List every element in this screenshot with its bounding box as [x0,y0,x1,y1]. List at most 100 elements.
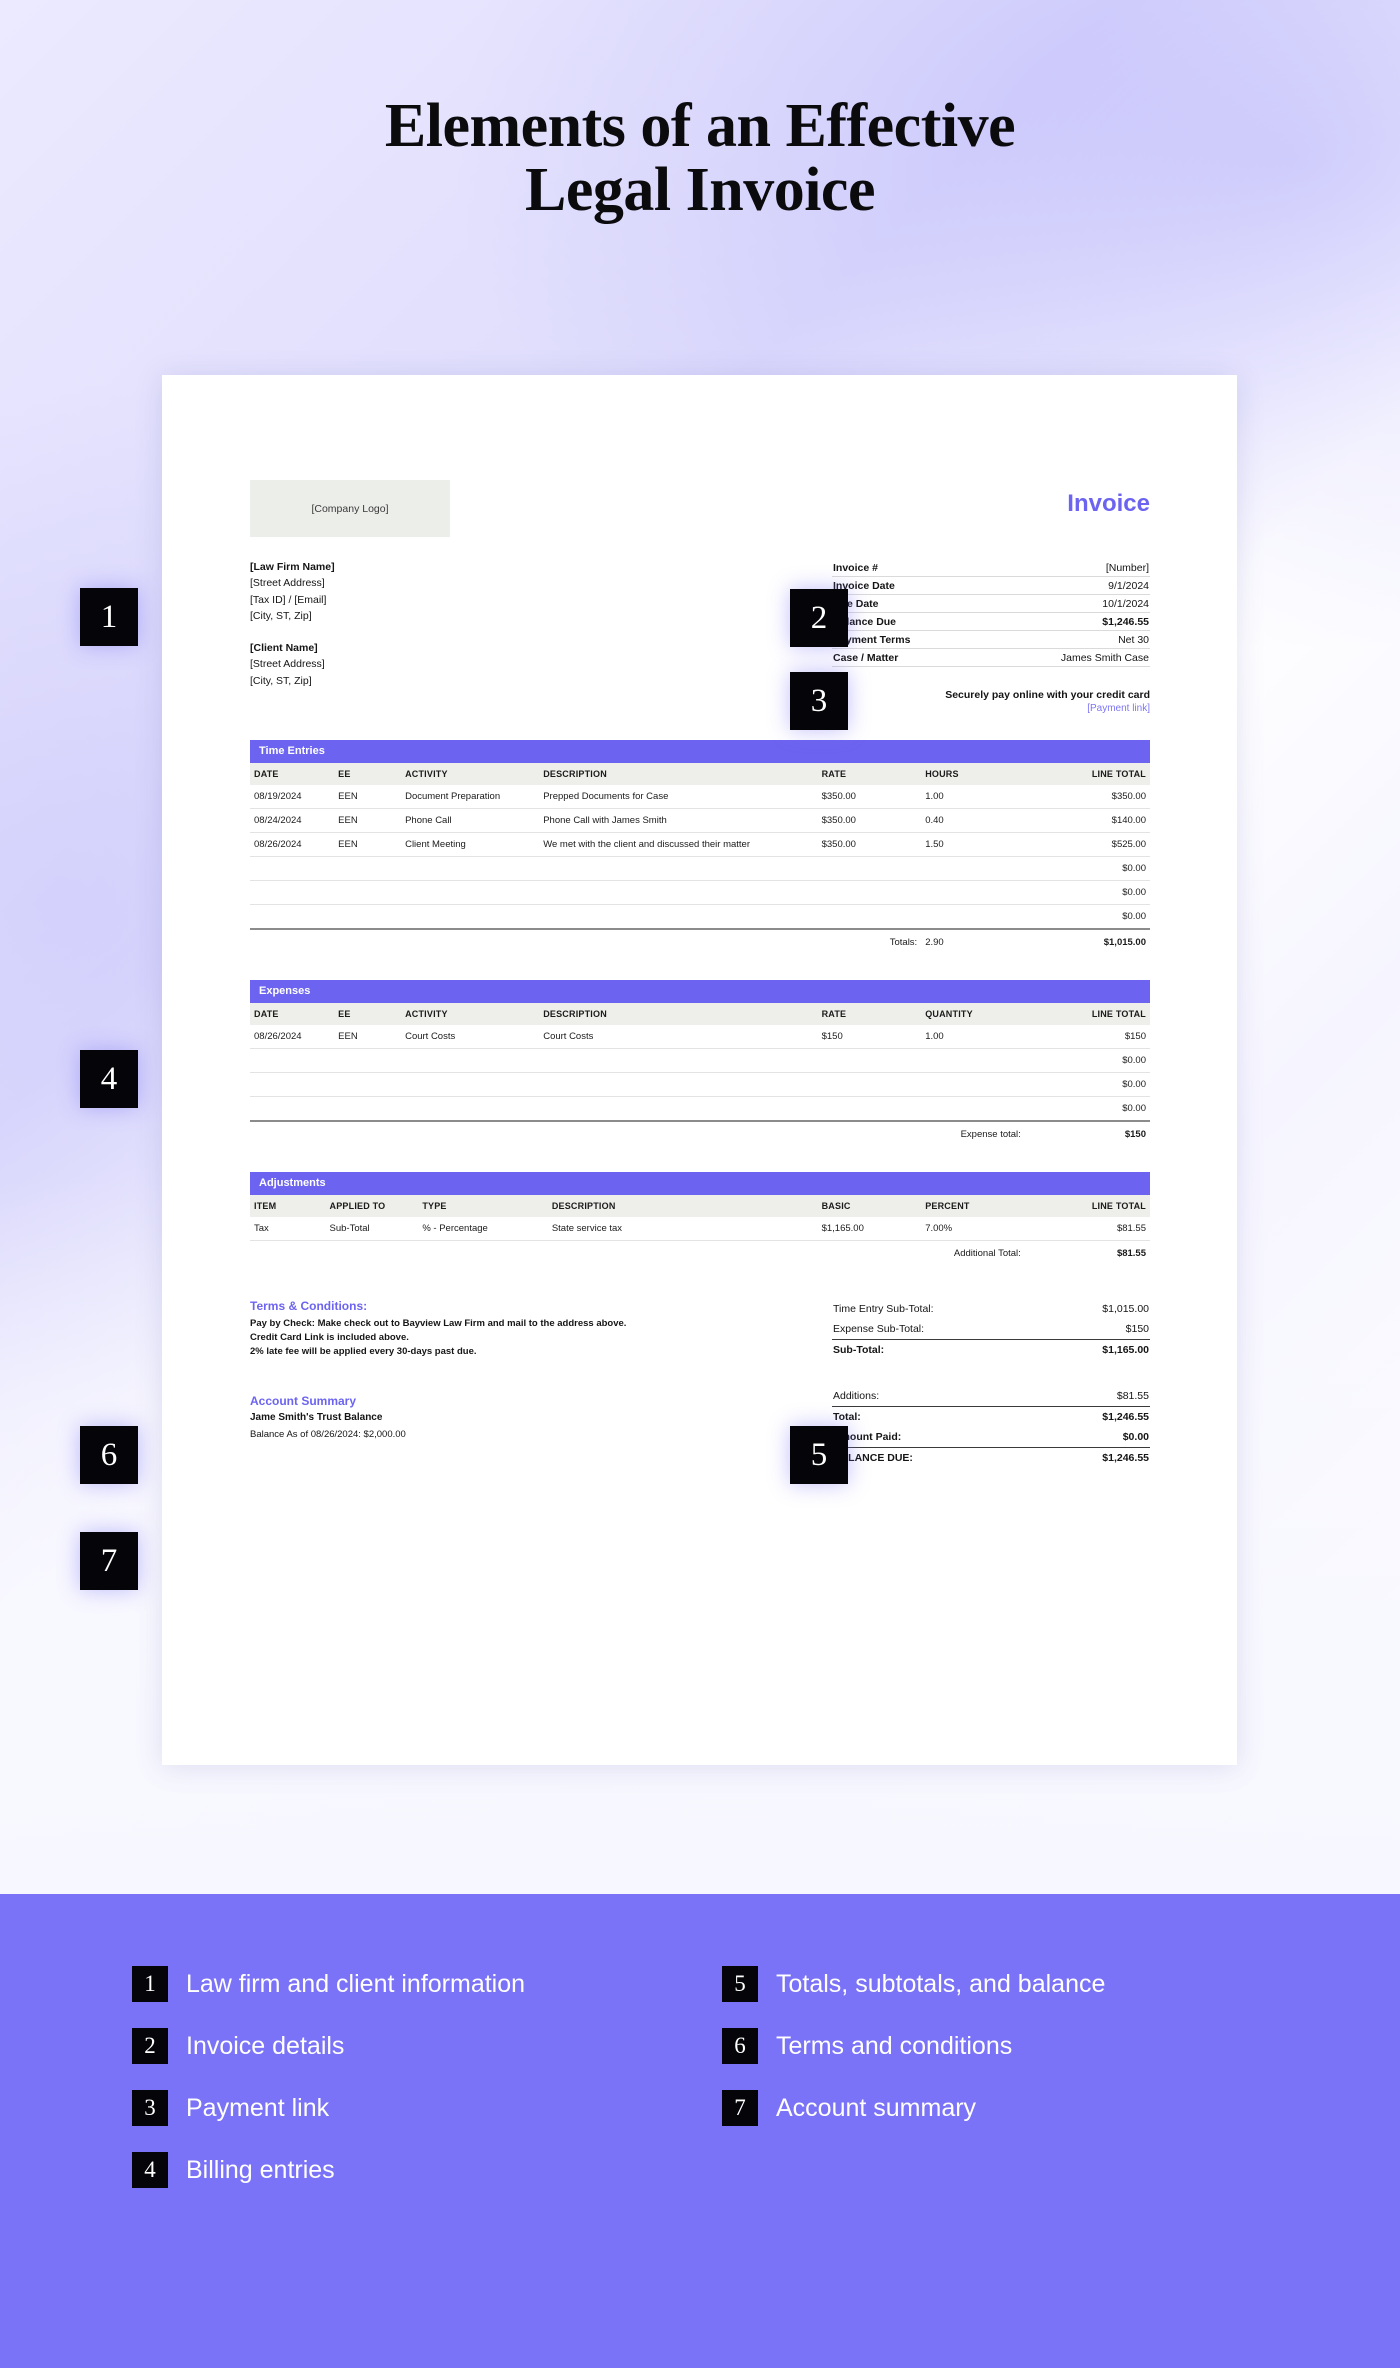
table-row-empty: $0.00 [250,1048,1150,1073]
legend-label: Invoice details [186,2031,345,2060]
account-summary-heading: Account Summary [250,1394,357,1409]
summary-row: Amount Paid: $0.00 [832,1427,1150,1447]
cell-blank [250,1096,1025,1122]
cell-applied-to: Sub-Total [325,1217,419,1241]
table-row: 08/26/2024 EEN Client Meeting We met wit… [250,832,1150,857]
totals-hours: 2.90 [921,928,1025,954]
legend-number: 1 [132,1966,168,2002]
cell-date: 08/19/2024 [250,785,335,809]
col-ee: EE [334,763,402,785]
summary-value: $81.55 [1116,1390,1149,1402]
cell-date: 08/26/2024 [250,832,335,857]
col-ee: EE [334,1003,402,1025]
trust-balance-label: Jame Smith's Trust Balance [250,1412,383,1424]
summary-value: $1,015.00 [1102,1303,1149,1315]
legend-item: 4 Billing entries [132,2152,722,2188]
meta-value: [Number] [1105,561,1149,574]
table-row: Tax Sub-Total % - Percentage State servi… [250,1217,1150,1241]
legend-number: 7 [722,2090,758,2126]
terms-line-2: Credit Card Link is included above. [250,1331,409,1343]
summary-row: Sub-Total: $1,165.00 [832,1339,1150,1360]
cell-hours: 1.50 [921,832,1025,857]
totals-label: Additional Total: [953,1248,1021,1259]
col-description: DESCRIPTION [539,1003,818,1025]
summary-label: Sub-Total: [833,1344,885,1356]
cell-blank [250,1072,1025,1097]
cell-blank [250,1120,922,1146]
summary-value: $1,246.55 [1102,1452,1149,1464]
expenses-grid: DATE EE ACTIVITY DESCRIPTION RATE QUANTI… [250,1003,1150,1146]
invoice-parties-and-meta: [Law Firm Name] [Street Address] [Tax ID… [250,559,1150,714]
cell-rate: $150 [817,1025,922,1049]
cell-activity: Court Costs [401,1025,540,1049]
parties-spacer [250,624,580,640]
cell-activity: Client Meeting [401,832,540,857]
summary-row: Total: $1,246.55 [832,1406,1150,1427]
summary-row: Expense Sub-Total: $150 [832,1319,1150,1339]
col-type: TYPE [418,1195,548,1217]
trust-balance-value: Balance As of 08/26/2024: $2,000.00 [250,1429,406,1441]
cell-ee: EEN [334,785,402,809]
table-row-empty: $0.00 [250,1072,1150,1097]
table-row-empty: $0.00 [250,856,1150,881]
cell-description: State service tax [547,1217,818,1241]
cell-rate: $350.00 [817,808,922,833]
meta-row: Invoice Date 9/1/2024 [832,577,1150,595]
legend-number: 4 [132,2152,168,2188]
col-rate: RATE [817,1003,922,1025]
table-totals-row: Additional Total: $81.55 [250,1241,1150,1266]
terms-heading: Terms & Conditions: [250,1299,368,1313]
legend-column-right: 5 Totals, subtotals, and balance 6 Terms… [722,1966,1312,2214]
payment-link[interactable]: [Payment link] [832,703,1150,714]
table-row: 08/26/2024 EEN Court Costs Court Costs $… [250,1025,1150,1049]
legend-number: 2 [132,2028,168,2064]
meta-key: Case / Matter [833,651,899,664]
client-city-state-zip: [City, ST, Zip] [250,674,312,687]
meta-value: 9/1/2024 [1108,579,1149,592]
terms-and-account-column: Terms & Conditions: Pay by Check: Make c… [250,1299,670,1468]
col-quantity: QUANTITY [921,1003,1025,1025]
cell-line-total: $350.00 [1024,785,1150,809]
table-row: 08/24/2024 EEN Phone Call Phone Call wit… [250,808,1150,833]
legend-columns: 1 Law firm and client information 2 Invo… [132,1966,1312,2214]
table-row-empty: $0.00 [250,1096,1150,1122]
cell-quantity: 1.00 [921,1025,1025,1049]
legend-label: Totals, subtotals, and balance [776,1969,1106,1998]
legend-footer: 1 Law firm and client information 2 Invo… [0,1894,1400,2368]
cell-item: Tax [250,1217,326,1241]
meta-row: Balance Due $1,246.55 [832,613,1150,631]
totals-amount: $1,015.00 [1024,928,1150,954]
company-logo-placeholder: [Company Logo] [250,480,450,537]
col-date: DATE [250,1003,335,1025]
legend-label: Law firm and client information [186,1969,526,1998]
cell-blank [250,1048,1025,1073]
totals-label: Totals: [817,928,922,954]
col-activity: ACTIVITY [401,763,540,785]
cell-date: 08/26/2024 [250,1025,335,1049]
time-entries-grid: DATE EE ACTIVITY DESCRIPTION RATE HOURS … [250,763,1150,954]
invoice-content: [Company Logo] Invoice [Law Firm Name] [… [250,480,1150,1468]
invoice-meta-table: Invoice # [Number] Invoice Date 9/1/2024… [832,559,1150,714]
legend-number: 6 [722,2028,758,2064]
meta-row: Payment Terms Net 30 [832,631,1150,649]
legend-item: 2 Invoice details [132,2028,722,2064]
meta-value: James Smith Case [1060,651,1149,664]
cell-blank [250,856,1025,881]
page-title-line-1: Elements of an Effective [384,92,1016,160]
client-street: [Street Address] [250,658,325,671]
cell-description: Phone Call with James Smith [539,808,818,833]
legend-item: 3 Payment link [132,2090,722,2126]
summary-row: Time Entry Sub-Total: $1,015.00 [832,1299,1150,1319]
legend-label: Payment link [186,2093,330,2122]
col-date: DATE [250,763,335,785]
law-firm-tax-email: [Tax ID] / [Email] [250,593,327,606]
law-firm-city-state-zip: [City, ST, Zip] [250,609,312,622]
col-activity: ACTIVITY [401,1003,540,1025]
legend-label: Billing entries [186,2155,335,2184]
meta-value: $1,246.55 [1102,615,1149,628]
invoice-sheet: [Company Logo] Invoice [Law Firm Name] [… [162,375,1237,1765]
legend-label: Account summary [776,2093,977,2122]
callout-badge-5: 5 [790,1426,848,1484]
col-line-total: LINE TOTAL [1024,1195,1150,1217]
col-rate: RATE [817,763,922,785]
